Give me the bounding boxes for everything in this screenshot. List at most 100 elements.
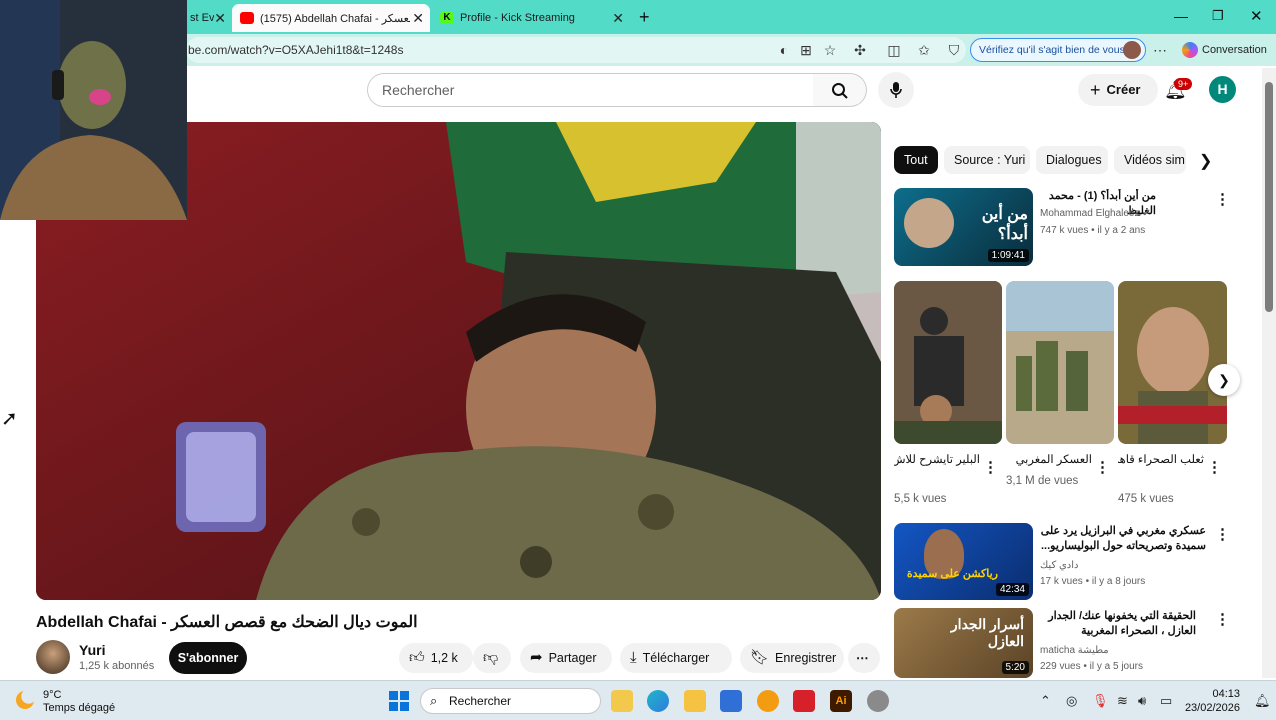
- browser-tab[interactable]: st Ev ✕: [186, 4, 230, 32]
- chevron-right-icon: ❯: [1218, 372, 1230, 388]
- copilot-icon: [1182, 42, 1198, 58]
- short-thumbnail[interactable]: [894, 281, 1002, 444]
- more-vertical-icon[interactable]: ⋮: [1207, 458, 1222, 476]
- recommendation-thumbnail[interactable]: رياكشن على سميدة 42:34: [894, 523, 1033, 600]
- acrobat-icon[interactable]: [793, 690, 815, 712]
- favorite-star-icon[interactable]: ☆: [822, 42, 838, 58]
- verified-icon: ✔: [1142, 208, 1151, 219]
- browser-tab[interactable]: K Profile - Kick Streaming ✕: [432, 4, 630, 32]
- windows-start-icon[interactable]: [389, 691, 409, 711]
- app-icon[interactable]: [757, 690, 779, 712]
- shorts-next-button[interactable]: ❯: [1208, 364, 1240, 396]
- more-actions-button[interactable]: ⋯: [848, 643, 880, 673]
- create-button[interactable]: + Créer: [1078, 74, 1158, 106]
- share-button[interactable]: ➦ Partager: [520, 643, 612, 673]
- scrollbar-thumb[interactable]: [1265, 82, 1273, 312]
- url-field[interactable]: be.com/watch?v=O5XAJehi1t8&t=1248s: [186, 37, 966, 63]
- profile-verify-button[interactable]: Vérifiez qu'il s'agit bien de vous: [970, 38, 1146, 62]
- short-views: 3,1 M de vues: [1006, 475, 1079, 487]
- close-window-icon[interactable]: ✕: [1250, 7, 1263, 25]
- recommendation-meta: 17 k vues • il y a 8 jours: [1040, 576, 1146, 587]
- outlook-icon[interactable]: [720, 690, 742, 712]
- more-options-icon[interactable]: ⋯: [1152, 42, 1168, 58]
- save-button[interactable]: 🔖︎ Enregistrer: [740, 643, 844, 673]
- illustrator-icon[interactable]: Ai: [830, 690, 852, 712]
- widgets-app-icon[interactable]: [611, 690, 633, 712]
- new-tab-icon[interactable]: +: [639, 7, 650, 28]
- tab-title: Profile - Kick Streaming: [460, 12, 575, 24]
- video-duration: 5:20: [1001, 661, 1029, 674]
- microphone-icon[interactable]: 🎙︎: [1092, 693, 1109, 709]
- file-explorer-icon[interactable]: [684, 690, 706, 712]
- more-vertical-icon[interactable]: ⋮: [1215, 525, 1230, 543]
- channel-name[interactable]: Yuri: [79, 642, 105, 658]
- chip-all[interactable]: Tout: [894, 146, 938, 174]
- recommendation-title[interactable]: عسكري مغربي في البرازيل يرد على سميدة وت…: [1040, 524, 1206, 556]
- short-views: 5,5 k vues: [894, 493, 947, 505]
- notifications-icon[interactable]: 🔔︎: [1254, 693, 1271, 709]
- more-vertical-icon[interactable]: ⋮: [983, 458, 998, 476]
- chevron-right-icon[interactable]: ❯: [1199, 151, 1212, 171]
- recommendation-thumbnail[interactable]: أسرار الجدار العازل 5:20: [894, 608, 1033, 678]
- split-screen-icon[interactable]: ◫: [886, 42, 902, 58]
- chip-dialogues[interactable]: Dialogues: [1036, 146, 1108, 174]
- clock-time: 04:13: [1212, 688, 1240, 700]
- chevron-up-icon[interactable]: ⌃: [1040, 693, 1051, 709]
- search-input[interactable]: Rechercher: [367, 73, 814, 107]
- weather-condition[interactable]: Temps dégagé: [43, 702, 115, 714]
- more-vertical-icon[interactable]: ⋮: [1215, 610, 1230, 628]
- close-tab-icon[interactable]: ✕: [412, 10, 424, 27]
- channel-avatar[interactable]: [36, 640, 70, 674]
- page-scrollbar[interactable]: [1262, 68, 1276, 678]
- thumbnail-text: من أين أبدأ؟: [981, 206, 1028, 243]
- wifi-icon[interactable]: ≋: [1117, 693, 1128, 709]
- channel-label-ar: مطيشة: [1077, 645, 1109, 656]
- voice-search-button[interactable]: [878, 72, 914, 108]
- short-title[interactable]: ثعلب الصحراء قاهر الكابرانات: [1118, 452, 1204, 468]
- obs-icon[interactable]: [867, 690, 889, 712]
- dislike-button[interactable]: 👎︎: [473, 643, 511, 673]
- edge-browser-icon[interactable]: [647, 690, 669, 712]
- taskbar-search-input[interactable]: ⌕ Rechercher: [420, 688, 601, 714]
- weather-moon-icon[interactable]: [16, 691, 34, 709]
- close-tab-icon[interactable]: ✕: [214, 10, 226, 27]
- chip-source[interactable]: Source : Yuri: [944, 146, 1030, 174]
- maximize-icon[interactable]: ❐: [1212, 8, 1224, 24]
- apps-icon[interactable]: ⊞: [798, 42, 814, 58]
- browser-tab-active[interactable]: (1575) Abdellah Chafai - الموت ديال الضح…: [232, 4, 430, 32]
- recommendation-thumbnail[interactable]: من أين أبدأ؟ 1:09:41: [894, 188, 1033, 266]
- system-clock[interactable]: 04:13 23/02/2026: [1184, 687, 1240, 715]
- download-button[interactable]: ⤓ Télécharger: [620, 643, 732, 673]
- account-avatar[interactable]: H: [1209, 76, 1236, 103]
- recommendation-meta: 229 vues • il y a 5 jours: [1040, 661, 1143, 672]
- short-thumbnail[interactable]: [1006, 281, 1114, 444]
- more-vertical-icon[interactable]: ⋮: [1215, 190, 1230, 208]
- recommendation-title[interactable]: الحقيقة التي يخفونها عنك/ الجدار العازل …: [1040, 609, 1196, 641]
- like-button[interactable]: 👍︎ 1,2 k: [399, 643, 473, 673]
- video-duration: 1:09:41: [987, 249, 1029, 262]
- short-title[interactable]: العسكر المغربي: [1006, 452, 1092, 468]
- search-icon: ⌕: [430, 693, 438, 708]
- translate-icon[interactable]: ◐: [776, 42, 792, 58]
- subscribe-button[interactable]: S'abonner: [169, 642, 247, 674]
- chip-similar[interactable]: Vidéos sim: [1114, 146, 1186, 174]
- share-icon: ➦: [530, 649, 543, 666]
- location-icon[interactable]: ◎: [1066, 693, 1077, 709]
- recommendation-channel: دادي كيك: [1040, 560, 1079, 571]
- copilot-button[interactable]: Conversation: [1182, 42, 1267, 58]
- browser-essentials-icon[interactable]: ⛉: [946, 42, 962, 58]
- short-thumbnail[interactable]: [1118, 281, 1227, 444]
- favorites-icon[interactable]: ✩: [916, 42, 932, 58]
- volume-icon[interactable]: 🔊︎: [1138, 693, 1146, 709]
- bookmark-icon: 🔖︎: [750, 649, 770, 666]
- minimize-icon[interactable]: —: [1174, 8, 1188, 24]
- close-tab-icon[interactable]: ✕: [612, 10, 624, 27]
- battery-icon[interactable]: ▭: [1160, 693, 1172, 709]
- youtube-favicon-icon: [240, 12, 254, 24]
- more-vertical-icon[interactable]: ⋮: [1095, 458, 1110, 476]
- weather-temperature[interactable]: 9°C: [43, 689, 61, 701]
- short-title[interactable]: البلير تايشرح للاش تايخدموهم: [894, 452, 980, 468]
- mouse-cursor-icon: ➚: [1, 408, 18, 430]
- extensions-icon[interactable]: ✣: [852, 42, 868, 58]
- search-button[interactable]: [813, 73, 867, 107]
